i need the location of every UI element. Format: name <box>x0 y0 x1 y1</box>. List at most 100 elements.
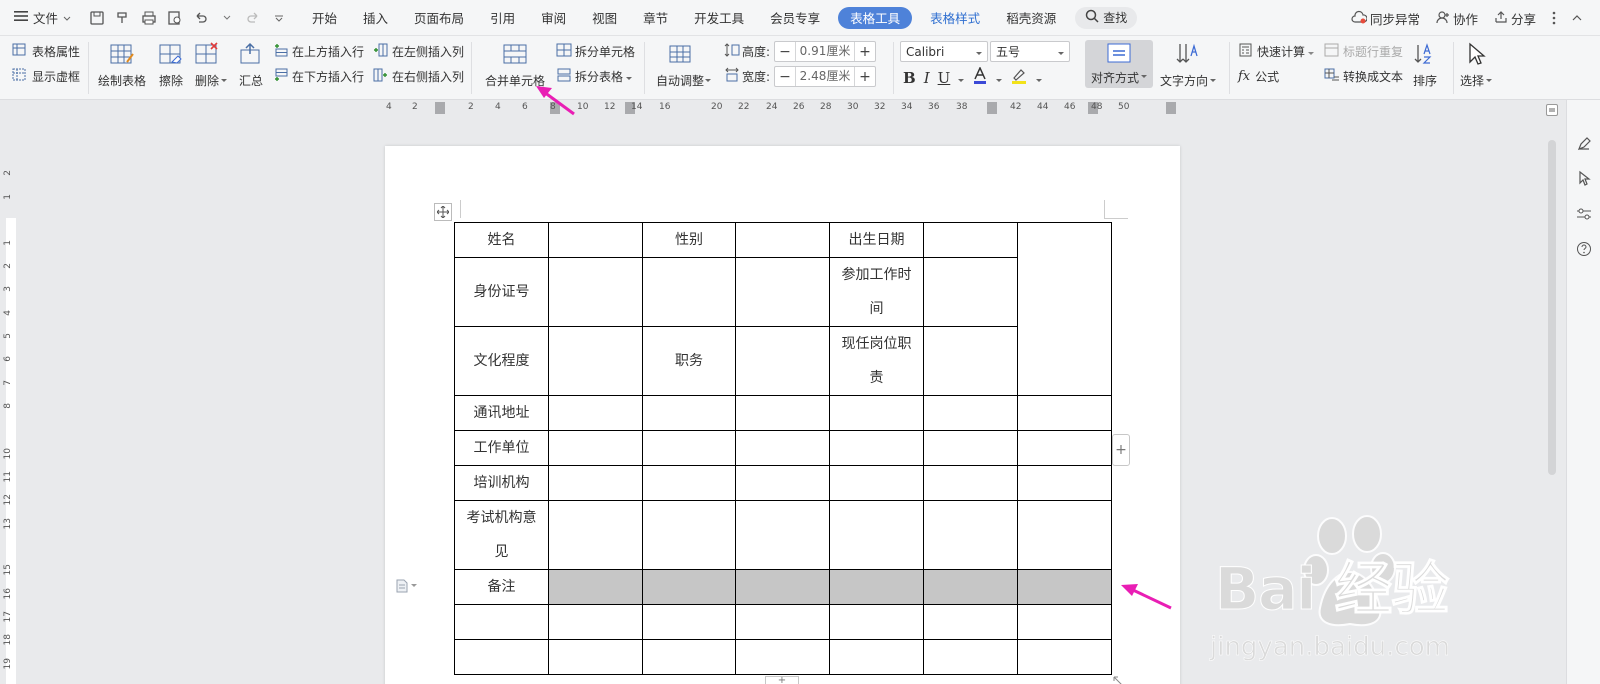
save-icon[interactable] <box>85 6 109 30</box>
table-cell[interactable] <box>735 326 830 396</box>
convert-to-text-button[interactable]: 转换成文本 <box>1324 68 1403 85</box>
share-button[interactable]: 分享 <box>1494 9 1536 28</box>
table-cell[interactable] <box>735 395 830 431</box>
tab-table-style[interactable]: 表格样式 <box>917 0 993 36</box>
font-color-dropdown-icon[interactable] <box>996 69 1003 87</box>
table-cell[interactable] <box>923 395 1018 431</box>
ruler-column-marker[interactable] <box>435 102 445 114</box>
table-cell[interactable] <box>642 257 736 327</box>
table-cell[interactable]: 备注 <box>454 569 549 605</box>
vertical-scrollbar[interactable] <box>1546 118 1558 684</box>
insert-column-left-button[interactable]: 在左侧插入列 <box>373 43 464 60</box>
table-cell[interactable] <box>923 639 1018 675</box>
selected-cell[interactable] <box>642 569 736 605</box>
scrollbar-thumb[interactable] <box>1548 140 1556 475</box>
table-cell[interactable]: 通讯地址 <box>454 395 549 431</box>
selected-cell[interactable] <box>923 569 1018 605</box>
underline-dropdown-icon[interactable] <box>958 69 965 87</box>
sliders-icon[interactable] <box>1576 206 1592 222</box>
table-cell[interactable] <box>1017 500 1112 570</box>
table-cell[interactable]: 工作单位 <box>454 430 549 466</box>
formula-button[interactable]: fx 公式 <box>1238 68 1279 85</box>
insert-row-below-button[interactable]: 在下方插入行 <box>273 68 364 85</box>
table-cell[interactable] <box>548 430 643 466</box>
table-cell[interactable] <box>829 639 924 675</box>
tab-section[interactable]: 章节 <box>630 0 681 36</box>
table-cell[interactable] <box>1017 604 1112 640</box>
table-cell[interactable] <box>1017 430 1112 466</box>
table-cell[interactable]: 考试机构意见 <box>454 500 549 570</box>
table-cell[interactable] <box>454 604 549 640</box>
width-value[interactable]: 2.48厘米 <box>795 67 856 86</box>
table-cell[interactable] <box>642 395 736 431</box>
search-button[interactable]: 查找 <box>1075 6 1138 29</box>
selected-cell[interactable] <box>829 569 924 605</box>
sort-button[interactable]: 排序 <box>1413 42 1437 89</box>
table-cell[interactable] <box>548 500 643 570</box>
table-cell[interactable]: 姓名 <box>454 222 549 258</box>
tab-resources[interactable]: 稻壳资源 <box>993 0 1069 36</box>
file-menu[interactable]: 文件 <box>0 0 81 36</box>
format-painter-icon[interactable] <box>111 6 135 30</box>
split-view-icon[interactable] <box>1546 104 1558 116</box>
align-button[interactable]: 对齐方式 <box>1085 40 1153 88</box>
repeat-header-button[interactable]: 标题行重复 <box>1324 43 1403 60</box>
table-cell[interactable] <box>642 465 736 501</box>
bold-icon[interactable]: B <box>903 69 916 87</box>
undo-icon[interactable] <box>189 6 213 30</box>
font-name-select[interactable]: Calibri <box>900 41 988 62</box>
vertical-ruler[interactable]: 2 1 1 2 3 4 5 6 7 8 10 11 12 13 15 16 17 18 19 <box>0 118 16 684</box>
table-cell[interactable] <box>923 604 1018 640</box>
table-cell[interactable] <box>642 430 736 466</box>
table-move-handle[interactable] <box>434 203 452 221</box>
ruler-column-marker[interactable] <box>987 102 997 114</box>
collapse-ribbon-icon[interactable] <box>1572 14 1582 22</box>
select-cursor-icon[interactable] <box>1576 170 1592 186</box>
tab-member[interactable]: 会员专享 <box>757 0 833 36</box>
table-cell[interactable]: 现任岗位职责 <box>829 326 924 396</box>
table-cell[interactable] <box>548 465 643 501</box>
table-cell[interactable] <box>1017 465 1112 501</box>
height-value[interactable]: 0.91厘米 <box>795 42 856 61</box>
table-cell[interactable] <box>548 326 643 396</box>
tab-insert[interactable]: 插入 <box>350 0 401 36</box>
table-cell[interactable] <box>923 222 1018 258</box>
width-increase-button[interactable]: + <box>855 69 875 85</box>
split-cells-button[interactable]: 拆分单元格 <box>556 43 635 60</box>
tab-references[interactable]: 引用 <box>477 0 528 36</box>
selected-cell[interactable] <box>1017 569 1112 605</box>
table-cell[interactable]: 培训机构 <box>454 465 549 501</box>
collab-button[interactable]: 协作 <box>1436 9 1478 28</box>
table-cell[interactable] <box>548 222 643 258</box>
table-cell[interactable] <box>735 222 830 258</box>
text-direction-button[interactable]: 文字方向 <box>1160 42 1217 89</box>
table-cell[interactable] <box>548 257 643 327</box>
help-icon[interactable] <box>1576 241 1592 257</box>
table-cell[interactable]: 出生日期 <box>829 222 924 258</box>
redo-icon[interactable] <box>241 6 265 30</box>
sync-status-button[interactable]: 同步异常 <box>1351 9 1420 28</box>
table-cell[interactable] <box>829 604 924 640</box>
ruler-column-marker[interactable] <box>1166 102 1176 114</box>
table-cell[interactable] <box>923 465 1018 501</box>
table-cell[interactable] <box>829 500 924 570</box>
table-cell[interactable]: 参加工作时间 <box>829 257 924 327</box>
table-cell[interactable] <box>548 604 643 640</box>
table-cell[interactable] <box>548 395 643 431</box>
table-cell[interactable]: 身份证号 <box>454 257 549 327</box>
width-stepper[interactable]: − 2.48厘米 + <box>774 66 877 87</box>
tab-page-layout[interactable]: 页面布局 <box>401 0 477 36</box>
table-cell[interactable] <box>735 639 830 675</box>
paragraph-layout-button[interactable] <box>396 579 417 593</box>
table-cell[interactable]: 文化程度 <box>454 326 549 396</box>
table-cell[interactable] <box>642 639 736 675</box>
quick-calc-button[interactable]: 快速计算 <box>1238 43 1315 60</box>
table-cell[interactable] <box>642 604 736 640</box>
show-gridlines-button[interactable]: 显示虚框 <box>12 68 80 85</box>
insert-column-right-button[interactable]: 在右侧插入列 <box>373 68 464 85</box>
summary-button[interactable]: 汇总 <box>238 42 264 89</box>
table-cell[interactable] <box>829 465 924 501</box>
height-stepper[interactable]: − 0.91厘米 + <box>774 41 877 62</box>
delete-button[interactable]: 删除 <box>194 42 227 89</box>
font-color-icon[interactable] <box>972 66 988 89</box>
